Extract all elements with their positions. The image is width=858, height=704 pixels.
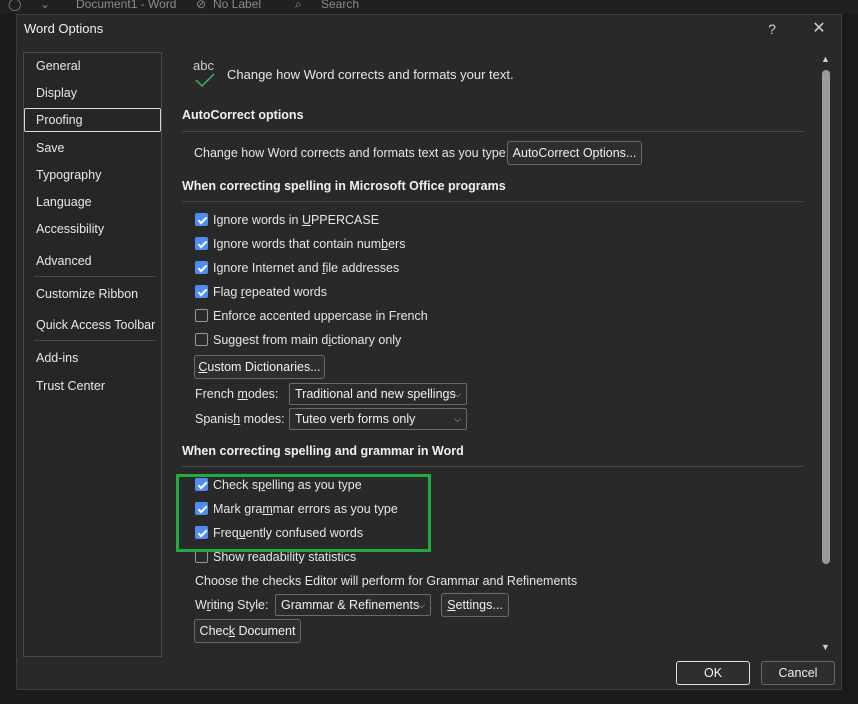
ignore-uppercase-checkbox[interactable] — [195, 213, 208, 226]
nav-item-general[interactable]: General — [36, 59, 80, 73]
autocorrect-options-button[interactable]: AutoCorrect Options... — [507, 141, 642, 165]
ignore-uppercase-label[interactable]: Ignore words in UPPERCASE — [213, 213, 379, 227]
autocorrect-label: Change how Word corrects and formats tex… — [194, 146, 510, 160]
enforce-french-label[interactable]: Enforce accented uppercase in French — [213, 309, 428, 323]
spanish-modes-label: Spanish modes: — [195, 412, 285, 426]
page-subtitle: Change how Word corrects and formats you… — [227, 67, 514, 82]
chevron-down-icon: ⌵ — [418, 600, 425, 610]
nav-item-advanced[interactable]: Advanced — [36, 254, 92, 268]
nav-item-save[interactable]: Save — [36, 141, 65, 155]
main-dictionary-label[interactable]: Suggest from main dictionary only — [213, 333, 401, 347]
chevron-down-icon: ⌵ — [454, 414, 461, 424]
nav-item-display[interactable]: Display — [36, 86, 77, 100]
check-document-button[interactable]: Check Document — [194, 619, 301, 643]
nav-item-language[interactable]: Language — [36, 195, 92, 209]
sensitivity-label: No Label — [213, 0, 262, 11]
writing-style-label: Writing Style: — [195, 598, 269, 612]
autocorrect-heading: AutoCorrect options — [182, 108, 304, 122]
nav-item-trust-center[interactable]: Trust Center — [36, 379, 105, 393]
nav-item-customize-ribbon[interactable]: Customize Ribbon — [36, 287, 138, 301]
scroll-up-icon[interactable]: ▲ — [821, 54, 830, 64]
ignore-numbers-checkbox[interactable] — [195, 237, 208, 250]
scroll-down-icon[interactable]: ▼ — [821, 642, 830, 652]
abc-text: abc — [193, 58, 214, 73]
sensitivity-icon: ⊘ — [196, 0, 207, 11]
quick-access-chevron-icon: ⌄ — [40, 0, 51, 11]
nav-item-quick-access-toolbar[interactable]: Quick Access Toolbar — [36, 318, 155, 332]
flag-repeated-label[interactable]: Flag repeated words — [213, 285, 327, 299]
section-divider — [182, 131, 804, 132]
office-spelling-heading: When correcting spelling in Microsoft Of… — [182, 179, 506, 193]
word-background-left — [0, 14, 16, 704]
proofing-check-icon — [195, 73, 215, 88]
scrollbar-thumb[interactable] — [822, 70, 830, 564]
settings-button[interactable]: Settings... — [441, 593, 509, 617]
ignore-internet-checkbox[interactable] — [195, 261, 208, 274]
readability-label[interactable]: Show readability statistics — [213, 550, 356, 564]
search-icon: ⌕ — [295, 0, 302, 11]
word-spelling-heading: When correcting spelling and grammar in … — [182, 444, 464, 458]
highlight-box — [176, 474, 431, 552]
section-divider — [182, 201, 804, 202]
doc-title: Document1 - Word — [76, 0, 177, 11]
cancel-button[interactable]: Cancel — [761, 661, 835, 685]
nav-divider — [34, 276, 156, 277]
word-titlebar-background: ◯ ⌄ Document1 - Word ⊘ No Label ⌕ Search — [0, 0, 858, 14]
ok-button[interactable]: OK — [676, 661, 750, 685]
word-background-right — [842, 14, 858, 704]
nav-item-add-ins[interactable]: Add-ins — [36, 351, 78, 365]
close-button[interactable]: ✕ — [808, 18, 830, 40]
nav-divider — [34, 340, 156, 341]
help-button[interactable]: ? — [761, 18, 783, 40]
nav-item-accessibility[interactable]: Accessibility — [36, 222, 104, 236]
nav-item-proofing[interactable]: Proofing — [36, 113, 83, 127]
chevron-down-icon: ⌵ — [454, 389, 461, 399]
ignore-numbers-label[interactable]: Ignore words that contain numbers — [213, 237, 405, 251]
search-box: Search — [321, 0, 360, 11]
spanish-modes-select[interactable]: Tuteo verb forms only ⌵ — [289, 408, 467, 430]
section-divider — [182, 466, 804, 467]
nav-item-typography[interactable]: Typography — [36, 168, 101, 182]
main-dictionary-checkbox[interactable] — [195, 333, 208, 346]
autosave-icon: ◯ — [8, 0, 22, 11]
options-nav: General Display Proofing Save Typography… — [23, 52, 162, 657]
editor-checks-label: Choose the checks Editor will perform fo… — [195, 574, 578, 588]
french-modes-select[interactable]: Traditional and new spellings ⌵ — [289, 383, 467, 405]
ignore-internet-label[interactable]: Ignore Internet and file addresses — [213, 261, 399, 275]
enforce-french-checkbox[interactable] — [195, 309, 208, 322]
flag-repeated-checkbox[interactable] — [195, 285, 208, 298]
dialog-title: Word Options — [24, 21, 104, 36]
writing-style-select[interactable]: Grammar & Refinements ⌵ — [275, 594, 431, 616]
custom-dictionaries-button[interactable]: Custom Dictionaries... — [194, 355, 325, 379]
french-modes-label: French modes: — [195, 387, 279, 401]
